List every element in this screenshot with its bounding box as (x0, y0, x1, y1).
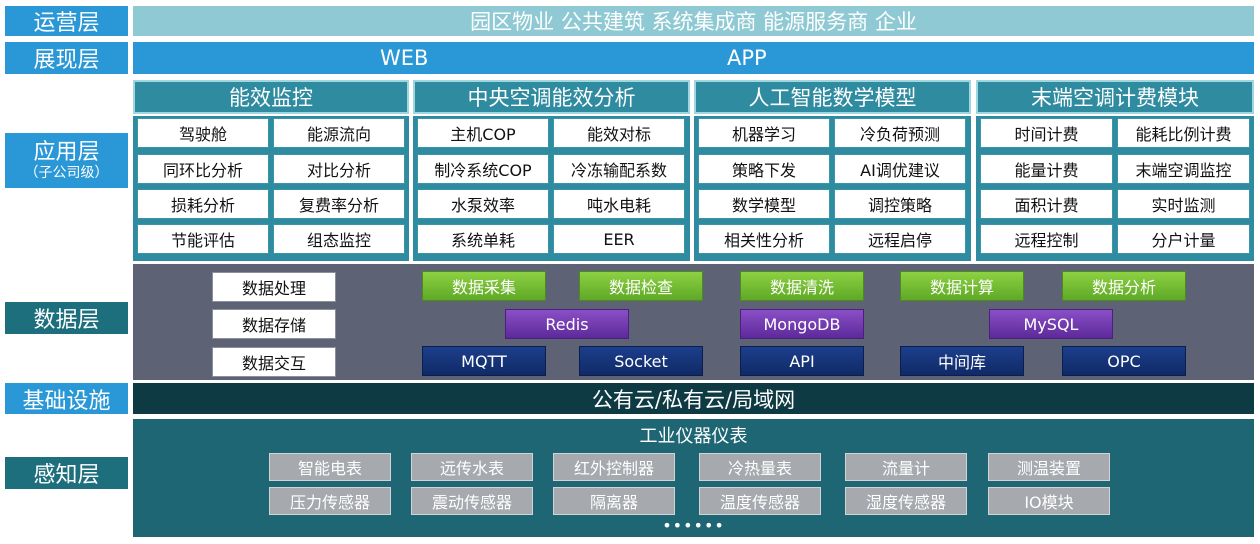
infrastructure-bar: 公有云/私有云/局域网 (133, 383, 1254, 414)
application-layer-title: 应用层 (33, 139, 100, 165)
device-box: IO模块 (988, 487, 1110, 515)
device-box: 压力传感器 (269, 487, 391, 515)
app-function-item: 同环比分析 (137, 154, 269, 184)
app-function-item: 制冷系统COP (417, 154, 549, 184)
app-function-item: 吨水电耗 (553, 189, 685, 219)
app-function-item: 冷冻输配系数 (553, 154, 685, 184)
app-function-item: 主机COP (417, 118, 549, 148)
database-box: Redis (505, 309, 629, 339)
device-box: 智能电表 (269, 453, 391, 481)
data-function-box: 数据存储 (212, 309, 336, 339)
perception-layer-label: 感知层 (5, 457, 128, 489)
app-function-item: 能量计费 (980, 154, 1113, 184)
module-title: 末端空调计费模块 (976, 80, 1254, 114)
app-function-item: AI调优建议 (834, 154, 966, 184)
app-function-item: 远程控制 (980, 224, 1113, 254)
presentation-web: WEB (380, 46, 429, 70)
device-box: 测温装置 (988, 453, 1110, 481)
application-layer-label: 应用层 （子公司级） (5, 133, 128, 188)
app-function-item: 远程启停 (834, 224, 966, 254)
presentation-bar: WEB APP (133, 42, 1254, 74)
operations-bar: 园区物业 公共建筑 系统集成商 能源服务商 企业 (133, 6, 1254, 36)
app-function-item: 节能评估 (137, 224, 269, 254)
module-title: 中央空调能效分析 (413, 80, 690, 114)
device-box: 温度传感器 (699, 487, 821, 515)
app-function-item: 能源流向 (273, 118, 405, 148)
module-title: 人工智能数学模型 (694, 80, 971, 114)
operations-layer-label: 运营层 (5, 6, 128, 36)
more-devices-ellipsis: •••••• (662, 515, 725, 535)
app-function-item: 复费率分析 (273, 189, 405, 219)
infrastructure-layer-label: 基础设施 (5, 383, 128, 414)
app-function-item: 实时监测 (1117, 189, 1250, 219)
device-box: 流量计 (845, 453, 967, 481)
app-function-item: 水泵效率 (417, 189, 549, 219)
app-function-item: 冷负荷预测 (834, 118, 966, 148)
data-process-box: 数据清洗 (740, 271, 864, 301)
app-function-item: 损耗分析 (137, 189, 269, 219)
protocol-box: OPC (1062, 346, 1186, 376)
device-box: 震动传感器 (411, 487, 533, 515)
app-function-item: 系统单耗 (417, 224, 549, 254)
app-function-item: EER (553, 224, 685, 254)
application-layer-subtitle: （子公司级） (24, 165, 109, 182)
database-box: MongoDB (740, 309, 864, 339)
data-layer-label: 数据层 (5, 302, 128, 334)
module-title: 能效监控 (133, 80, 409, 114)
app-function-item: 组态监控 (273, 224, 405, 254)
protocol-box: API (740, 346, 864, 376)
data-function-box: 数据交互 (212, 347, 336, 377)
device-box: 湿度传感器 (845, 487, 967, 515)
device-box: 远传水表 (411, 453, 533, 481)
app-function-item: 相关性分析 (698, 224, 830, 254)
data-process-box: 数据检查 (579, 271, 703, 301)
data-process-box: 数据采集 (422, 271, 546, 301)
app-function-item: 时间计费 (980, 118, 1113, 148)
data-function-box: 数据处理 (212, 272, 336, 302)
app-function-item: 能耗比例计费 (1117, 118, 1250, 148)
device-box: 冷热量表 (699, 453, 821, 481)
data-process-box: 数据计算 (900, 271, 1024, 301)
protocol-box: MQTT (422, 346, 546, 376)
data-process-box: 数据分析 (1062, 271, 1186, 301)
app-function-item: 数学模型 (698, 189, 830, 219)
app-function-item: 驾驶舱 (137, 118, 269, 148)
perception-title: 工业仪器仪表 (639, 426, 748, 447)
presentation-app: APP (727, 46, 767, 70)
protocol-box: Socket (579, 346, 703, 376)
app-function-item: 能效对标 (553, 118, 685, 148)
database-box: MySQL (989, 309, 1113, 339)
app-function-item: 策略下发 (698, 154, 830, 184)
protocol-box: 中间库 (900, 346, 1024, 376)
device-box: 红外控制器 (553, 453, 675, 481)
app-function-item: 机器学习 (698, 118, 830, 148)
app-function-item: 面积计费 (980, 189, 1113, 219)
app-function-item: 对比分析 (273, 154, 405, 184)
app-function-item: 末端空调监控 (1117, 154, 1250, 184)
app-function-item: 调控策略 (834, 189, 966, 219)
app-function-item: 分户计量 (1117, 224, 1250, 254)
presentation-layer-label: 展现层 (5, 42, 128, 74)
device-box: 隔离器 (553, 487, 675, 515)
